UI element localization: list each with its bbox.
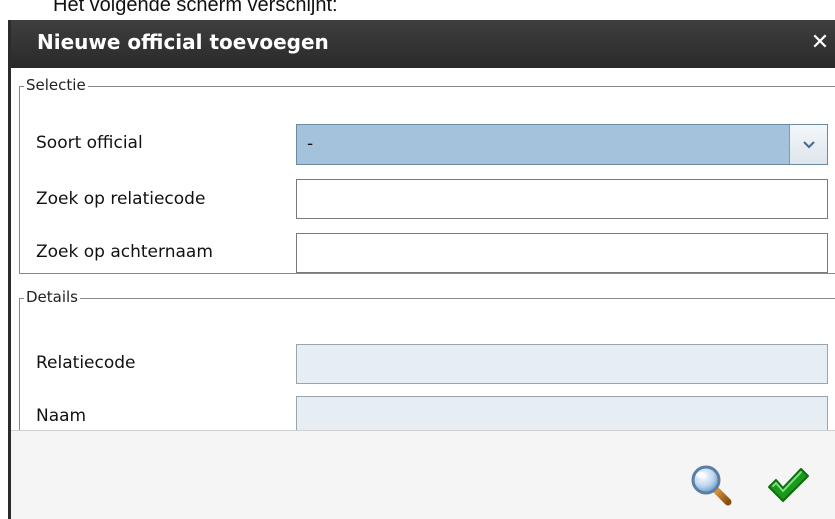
- document-text: Het volgende scherm verschijnt:: [53, 0, 338, 16]
- details-group: Details Relatiecode Naam: [19, 288, 835, 436]
- selectie-group: Selectie Soort official - Zoek op relati…: [19, 76, 835, 274]
- relatiecode-label: Relatiecode: [36, 353, 136, 373]
- naam-label: Naam: [36, 406, 87, 426]
- achternaam-search-label: Zoek op achternaam: [36, 242, 213, 262]
- magnifier-icon: [691, 465, 732, 506]
- close-icon[interactable]: ✕: [809, 30, 831, 56]
- soort-official-label: Soort official: [36, 133, 143, 153]
- dialog-title: Nieuwe official toevoegen: [37, 30, 329, 54]
- dialog-titlebar: Nieuwe official toevoegen ✕: [11, 20, 835, 68]
- new-official-dialog: Nieuwe official toevoegen ✕ Selectie Soo…: [8, 20, 835, 519]
- relatiecode-search-label: Zoek op relatiecode: [36, 189, 206, 209]
- dialog-footer: [11, 430, 835, 519]
- achternaam-search-input[interactable]: [296, 233, 828, 273]
- chevron-down-icon[interactable]: [789, 125, 827, 164]
- confirm-button[interactable]: [765, 463, 811, 507]
- relatiecode-field: [296, 344, 828, 384]
- relatiecode-search-input[interactable]: [296, 179, 828, 219]
- dialog-body: Selectie Soort official - Zoek op relati…: [11, 68, 835, 436]
- selectie-legend: Selectie: [24, 76, 88, 94]
- search-button[interactable]: [688, 463, 734, 507]
- soort-official-select[interactable]: -: [296, 124, 828, 165]
- details-legend: Details: [24, 288, 81, 306]
- checkmark-icon: [768, 468, 809, 502]
- soort-official-value: -: [307, 134, 314, 154]
